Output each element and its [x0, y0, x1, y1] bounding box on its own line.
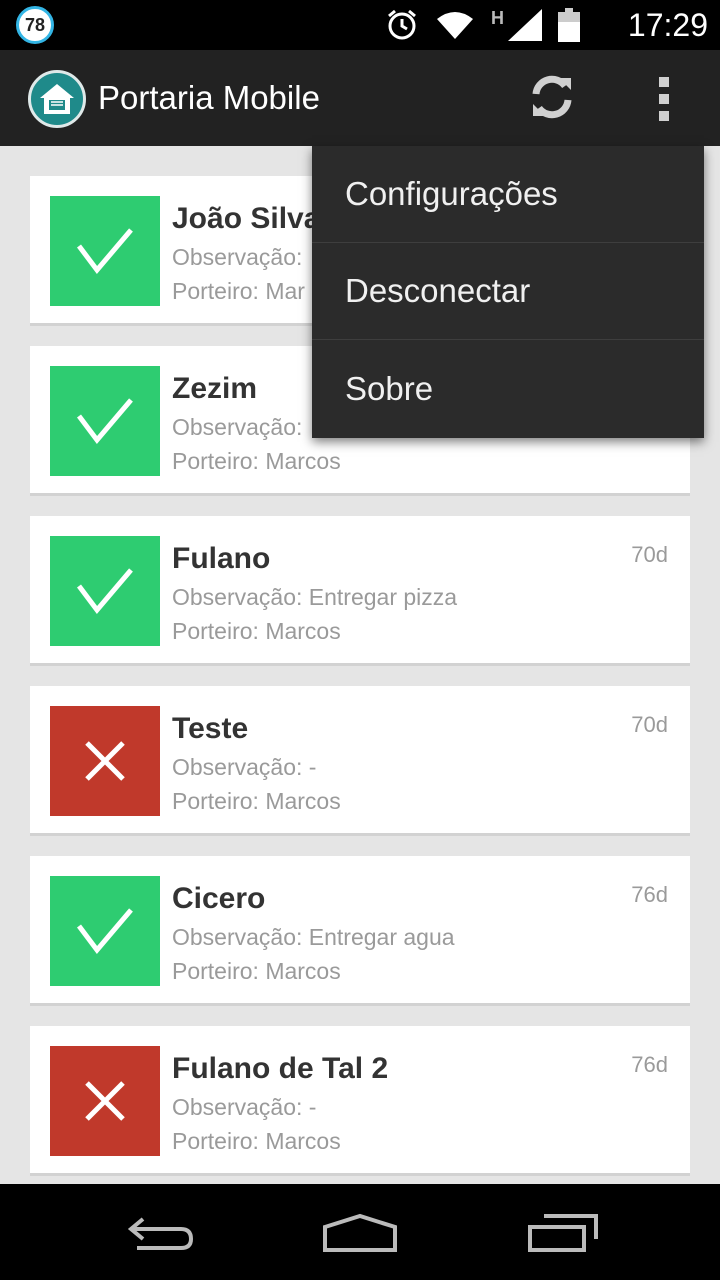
close-icon: [85, 1081, 125, 1121]
visit-doorman: Porteiro: Marcos: [172, 788, 341, 814]
alarm-icon: [385, 8, 419, 42]
wifi-icon: [435, 9, 475, 41]
visitor-name: Teste: [172, 712, 249, 745]
network-type: H: [491, 7, 504, 28]
check-icon: [77, 568, 133, 614]
visit-age: 76d: [631, 1052, 668, 1077]
visit-age: 70d: [631, 542, 668, 567]
visit-doorman: Porteiro: Marcos: [172, 618, 341, 644]
action-bar: Portaria Mobile: [0, 50, 720, 146]
refresh-button[interactable]: [522, 72, 582, 126]
overflow-dot: [659, 94, 669, 104]
refresh-icon: [527, 72, 577, 127]
visitor-name: Fulano: [172, 542, 271, 575]
approved-status-tile: [50, 366, 160, 476]
recents-icon: [528, 1214, 598, 1252]
close-icon: [85, 741, 125, 781]
denied-status-tile: [50, 1046, 160, 1156]
menu-item-sobre[interactable]: Sobre: [312, 340, 704, 437]
app-logo-icon[interactable]: [28, 70, 86, 128]
check-icon: [77, 228, 133, 274]
visitor-name: Fulano de Tal 2: [172, 1052, 389, 1085]
visit-age: 70d: [631, 712, 668, 737]
overflow-dot: [659, 77, 669, 87]
visit-observation: Observação: Entregar agua: [172, 924, 455, 950]
status-bar: 78 H 17:29: [0, 0, 720, 50]
list-item[interactable]: Cicero Observação: Entregar agua Porteir…: [30, 856, 690, 1006]
visitor-name: João Silva: [172, 202, 321, 235]
visitor-name: Zezim: [172, 372, 258, 405]
menu-item-configuracoes[interactable]: Configurações: [312, 146, 704, 243]
denied-status-tile: [50, 706, 160, 816]
list-item[interactable]: Fulano Observação: Entregar pizza Portei…: [30, 516, 690, 666]
visit-observation: Observação: Entregar pizza: [172, 584, 458, 610]
navigation-bar: [0, 1184, 720, 1280]
overflow-menu-button[interactable]: [644, 72, 684, 126]
menu-item-desconectar[interactable]: Desconectar: [312, 243, 704, 340]
notification-badge: 78: [16, 6, 54, 44]
recents-button[interactable]: [522, 1210, 602, 1256]
home-button[interactable]: [320, 1210, 400, 1256]
visit-doorman: Porteiro: Marcos: [172, 448, 341, 474]
visit-observation: Observação:: [172, 244, 303, 270]
visit-age: 76d: [631, 882, 668, 907]
signal-icon: [508, 9, 542, 41]
list-item[interactable]: Fulano de Tal 2 Observação: - Porteiro: …: [30, 1026, 690, 1176]
visitor-name: Cicero: [172, 882, 266, 915]
overflow-menu: Configurações Desconectar Sobre: [312, 146, 704, 438]
home-icon: [323, 1213, 397, 1252]
approved-status-tile: [50, 196, 160, 306]
approved-status-tile: [50, 536, 160, 646]
clock: 17:29: [627, 7, 708, 43]
visit-doorman: Porteiro: Marcos: [172, 958, 341, 984]
visit-doorman: Porteiro: Mar: [172, 278, 305, 304]
battery-icon: [558, 8, 580, 42]
check-icon: [77, 908, 133, 954]
app-title: Portaria Mobile: [98, 79, 320, 116]
list-item[interactable]: Teste Observação: - Porteiro: Marcos 70d: [30, 686, 690, 836]
approved-status-tile: [50, 876, 160, 986]
visit-doorman: Porteiro: Marcos: [172, 1128, 341, 1154]
back-button[interactable]: [120, 1210, 200, 1256]
visit-observation: Observação: -: [172, 1094, 317, 1120]
overflow-dot: [659, 111, 669, 121]
visit-observation: Observação: -: [172, 754, 317, 780]
back-icon: [127, 1217, 194, 1250]
check-icon: [77, 398, 133, 444]
visit-observation: Observação:: [172, 414, 303, 440]
